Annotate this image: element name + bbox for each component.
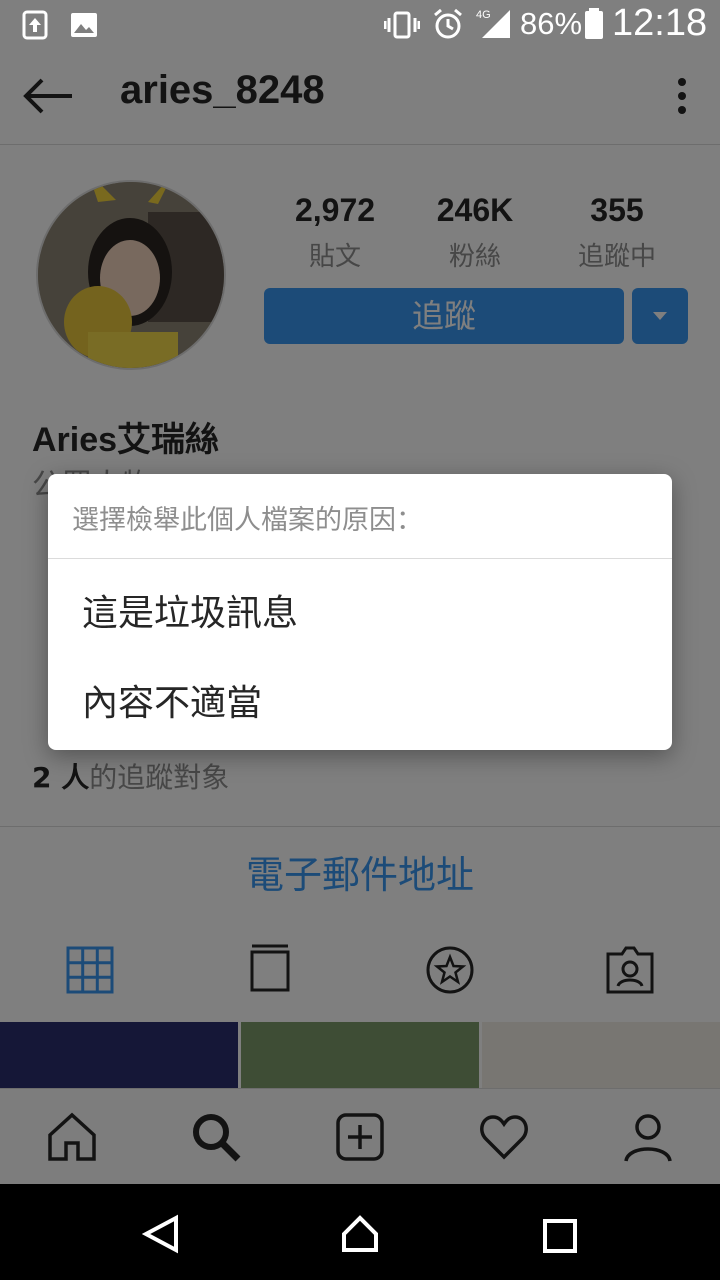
report-dialog: 選擇檢舉此個人檔案的原因： 這是垃圾訊息 內容不適當 [48, 474, 672, 750]
battery-percent: 86% [520, 6, 583, 41]
clock: 12:18 [612, 2, 708, 44]
vibrate-icon [384, 11, 420, 39]
dialog-divider [48, 558, 672, 559]
report-option-label: 內容不適當 [82, 683, 263, 724]
report-option-label: 這是垃圾訊息 [82, 593, 299, 634]
image-notification-icon [71, 13, 97, 37]
back-icon[interactable] [142, 1214, 180, 1254]
report-option-spam[interactable]: 這是垃圾訊息 [48, 560, 672, 656]
network-label: 4G [476, 9, 491, 21]
dialog-title: 選擇檢舉此個人檔案的原因： [72, 505, 423, 536]
upload-notification-icon [22, 10, 48, 40]
signal-icon: 4G [476, 9, 510, 38]
system-nav-bar [0, 1184, 720, 1280]
report-option-inappropriate[interactable]: 內容不適當 [48, 650, 672, 746]
alarm-icon [434, 8, 462, 39]
status-bar: 4G 86% 12:18 [0, 0, 720, 48]
battery-icon [585, 8, 603, 39]
home-icon[interactable] [340, 1214, 380, 1254]
recents-icon[interactable] [542, 1218, 578, 1254]
